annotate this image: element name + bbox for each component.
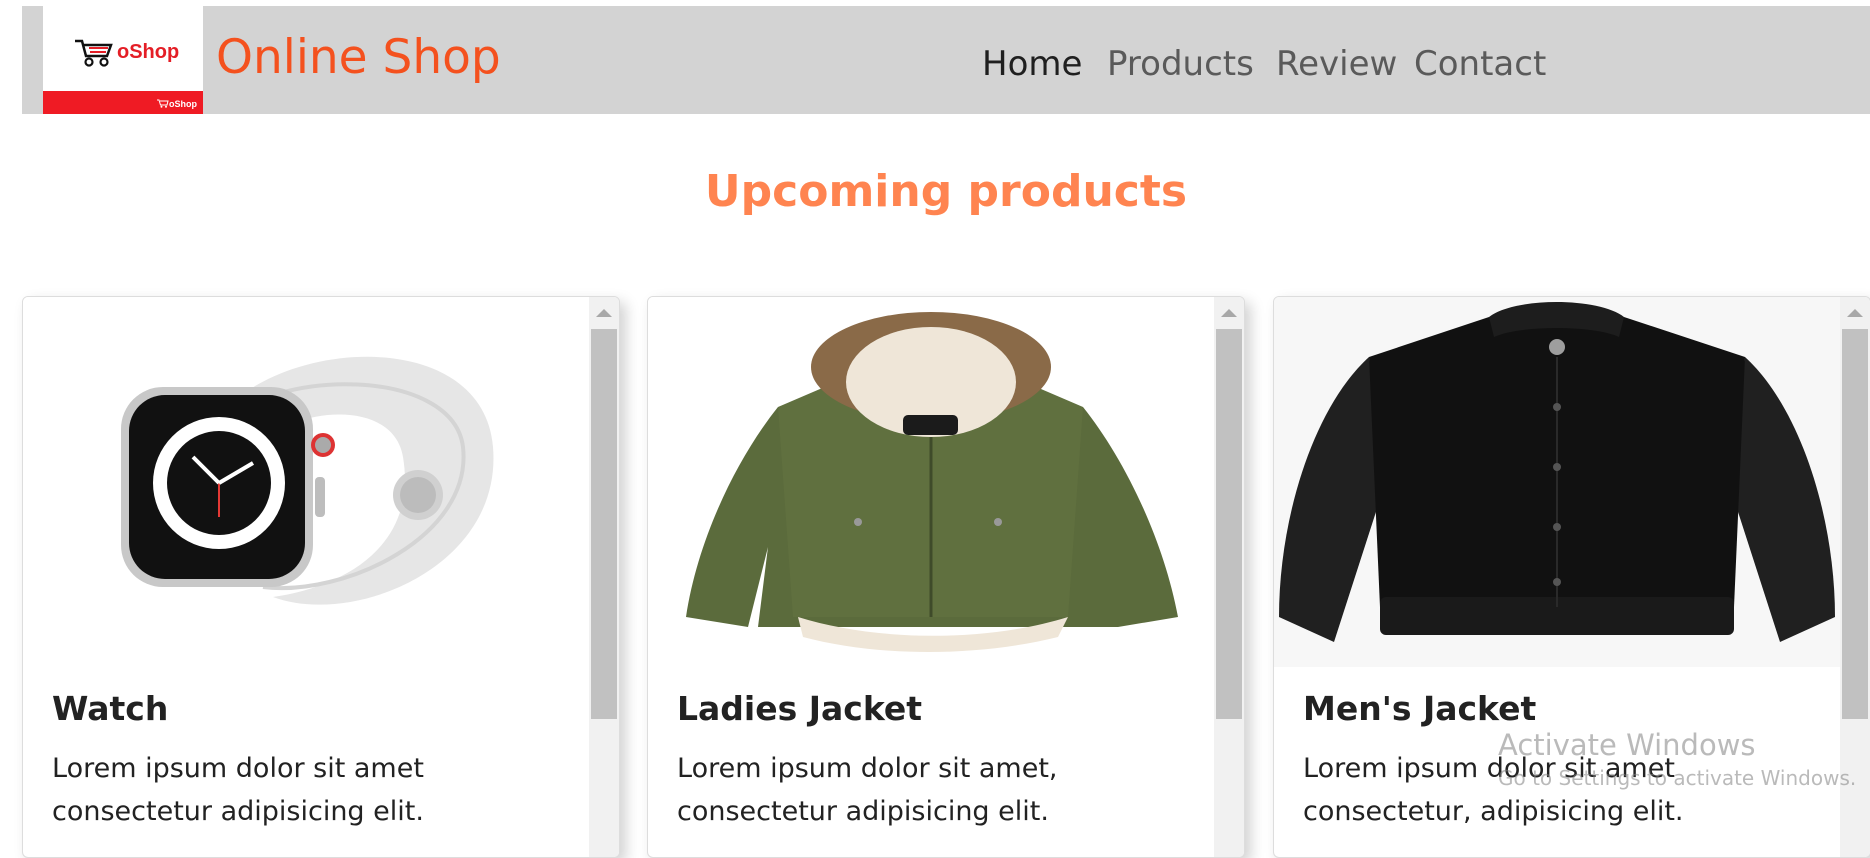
scroll-up-arrow-icon[interactable] [1221,309,1237,317]
product-card-ladies-jacket: Ladies Jacket Lorem ipsum dolor sit amet… [647,296,1245,858]
scroll-thumb[interactable] [1842,329,1868,719]
nav-review[interactable]: Review [1276,44,1397,84]
card-title: Ladies Jacket [677,689,923,728]
scroll-thumb[interactable] [591,329,617,719]
watermark-line-2: Go to Settings to activate Windows. [1498,766,1857,790]
cart-icon [75,39,113,67]
logo-small-text: oShop [169,99,197,109]
cart-small-icon [157,99,169,108]
logo[interactable]: oShop oShop [43,6,203,114]
card-title: Men's Jacket [1303,689,1537,728]
nav-products[interactable]: Products [1107,44,1254,84]
card-scrollbar[interactable] [1214,297,1244,857]
nav-contact[interactable]: Contact [1414,44,1546,84]
card-text: Lorem ipsum dolor sit amet, consectetur … [677,753,1058,827]
windows-activation-watermark: Activate Windows Go to Settings to activ… [1498,728,1856,790]
green-parka-image [648,297,1214,667]
scroll-thumb[interactable] [1216,329,1242,719]
card-scrollbar[interactable] [589,297,619,857]
brand-title[interactable]: Online Shop [216,30,501,85]
navbar: oShop oShop Online Shop Home Products Re… [22,6,1870,114]
card-text: Lorem ipsum dolor sit amet consectetur a… [52,753,424,827]
scroll-up-arrow-icon[interactable] [596,309,612,317]
logo-text: oShop [117,41,180,63]
card-title: Watch [52,689,169,728]
section-title: Upcoming products [704,166,1188,218]
smartwatch-image [23,297,589,667]
scroll-up-arrow-icon[interactable] [1847,309,1863,317]
nav-home[interactable]: Home [982,44,1082,84]
watermark-line-1: Activate Windows [1498,728,1756,762]
product-card-watch: Watch Lorem ipsum dolor sit amet consect… [22,296,620,858]
black-bomber-jacket-image [1274,297,1840,667]
